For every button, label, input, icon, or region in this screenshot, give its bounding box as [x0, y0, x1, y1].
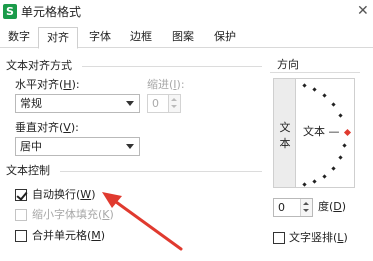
- annotation-arrow-icon: [102, 192, 183, 251]
